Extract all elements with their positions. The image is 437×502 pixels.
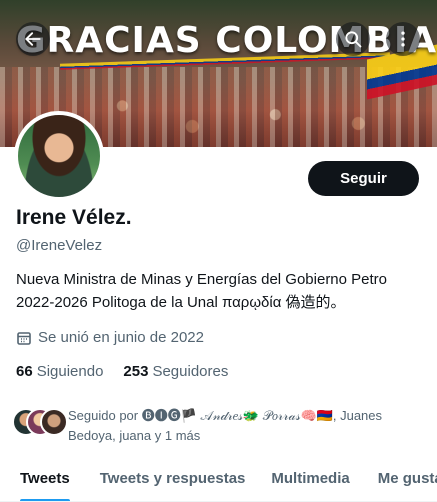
following-stat[interactable]: 66 Siguiendo: [16, 363, 103, 380]
profile-handle: @IreneVelez: [16, 237, 103, 254]
calendar-icon: [17, 331, 31, 345]
follow-button[interactable]: Seguir: [308, 161, 419, 196]
more-vertical-icon: [401, 31, 405, 47]
banner-title: GRACIAS COLOMBIA: [16, 20, 437, 61]
following-label: Siguiendo: [36, 363, 104, 380]
tab-tweets[interactable]: Tweets: [20, 458, 70, 501]
followers-label: Seguidores: [152, 363, 229, 380]
followers-stat[interactable]: 253 Seguidores: [123, 363, 228, 380]
follower-avatars: [12, 408, 68, 436]
search-icon: [345, 31, 362, 48]
arrow-left-icon: [25, 32, 41, 46]
search-button[interactable]: [336, 22, 370, 56]
tab-me-gusta[interactable]: Me gusta: [378, 458, 437, 501]
bio-line: 2022-2026 Politoga de la Unal παρῳδία 偽造…: [16, 294, 346, 311]
back-button[interactable]: [16, 22, 50, 56]
tab-multimedia[interactable]: Multimedia: [271, 458, 349, 501]
profile-bio: Nueva Ministra de Minas y Energías del G…: [16, 268, 421, 314]
profile-name: Irene Vélez.: [16, 206, 132, 229]
followers-count: 253: [123, 363, 149, 380]
bio-line: Nueva Ministra de Minas y Energías del G…: [16, 271, 388, 288]
more-options-button[interactable]: [386, 22, 420, 56]
profile-avatar[interactable]: [14, 111, 104, 201]
join-date-text: Se unió en junio de 2022: [38, 329, 204, 346]
profile-tabs: Tweets Tweets y respuestas Multimedia Me…: [0, 458, 437, 502]
join-date: Se unió en junio de 2022: [16, 329, 204, 346]
following-count: 66: [16, 363, 33, 380]
tab-tweets-y-respuestas[interactable]: Tweets y respuestas: [100, 458, 246, 501]
follow-stats: 66 Siguiendo 253 Seguidores: [16, 363, 228, 380]
followed-by[interactable]: Seguido por 🅑🅘🅖🏴 𝒜𝓃𝒹𝓇𝑒𝓈🐲 𝒫𝑜𝓇𝓇𝒶𝓈🧠🇦🇲, Juan…: [12, 406, 422, 446]
followed-by-text: Seguido por 🅑🅘🅖🏴 𝒜𝓃𝒹𝓇𝑒𝓈🐲 𝒫𝑜𝓇𝓇𝒶𝓈🧠🇦🇲, Juan…: [68, 408, 383, 443]
avatar: [40, 408, 68, 436]
